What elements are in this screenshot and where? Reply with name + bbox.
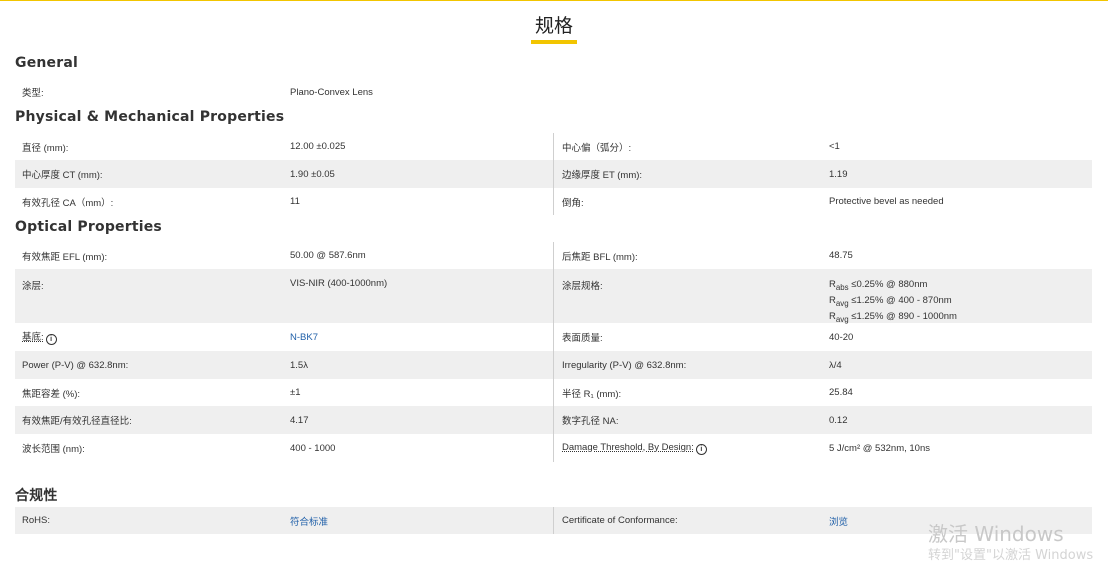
section-title-optical: Optical Properties [15,219,162,235]
spec-value-diameter: 12.00 ±0.025 [290,141,346,152]
damage-threshold-label-text[interactable]: Damage Threshold, By Design: [562,442,694,453]
spec-label-coc: Certificate of Conformance: [562,515,678,526]
spec-row-coating: 涂层: VIS-NIR (400-1000nm) 涂层规格: Rabs ≤0.2… [15,269,1092,326]
column-divider [553,160,554,188]
spec-value-focal-tolerance: ±1 [290,387,301,398]
spec-row-substrate: 基底: i N-BK7 表面质量: 40-20 [15,323,1092,351]
spec-value-na: 0.12 [829,414,848,426]
spec-row-center-thickness: 中心厚度 CT (mm): 1.90 ±0.05 边缘厚度 ET (mm): 1… [15,160,1092,188]
column-divider [553,242,554,269]
spec-value-power: 1.5λ [290,359,308,371]
spec-row-clear-aperture: 有效孔径 CA（mm）: 11 倒角: Protective bevel as … [15,188,1092,215]
column-divider [553,351,554,379]
spec-value-et: 1.19 [829,168,848,180]
spec-label-rohs: RoHS: [22,515,50,526]
section-title-general: General [15,55,78,71]
column-divider [553,406,554,434]
spec-label-surface-quality: 表面质量: [562,333,603,344]
spec-value-bevel: Protective bevel as needed [829,196,944,207]
substrate-link[interactable]: N-BK7 [290,332,318,343]
spec-label-power: Power (P-V) @ 632.8nm: [22,359,129,371]
spec-value-coating-spec: Rabs ≤0.25% @ 880nm Ravg ≤1.25% @ 400 - … [829,278,957,326]
spec-row-focal-tolerance: 焦距容差 (%): ±1 半径 R₁ (mm): 25.84 [15,379,1092,406]
spec-label-coating-spec: 涂层规格: [562,281,603,292]
spec-label-f-number: 有效焦距/有效孔径直径比: [22,416,132,427]
spec-value-type: Plano-Convex Lens [290,86,373,98]
column-divider [553,133,554,160]
spec-label-focal-tolerance: 焦距容差 (%): [22,388,81,400]
spec-value-irregularity: λ/4 [829,359,842,371]
spec-row-power: Power (P-V) @ 632.8nm: 1.5λ Irregularity… [15,351,1092,379]
spec-label-bevel: 倒角: [562,197,584,209]
spec-value-surface-quality: 40-20 [829,331,854,343]
spec-row-f-number: 有效焦距/有效孔径直径比: 4.17 数字孔径 NA: 0.12 [15,406,1092,434]
spec-value-f-number: 4.17 [290,414,309,426]
column-divider [553,188,554,215]
column-divider [553,323,554,351]
info-icon[interactable]: i [695,443,707,455]
coating-spec-line: Rabs ≤0.25% @ 880nm [829,279,928,292]
coating-spec-line: Ravg ≤1.25% @ 400 - 870nm [829,294,952,308]
substrate-label-text[interactable]: 基底: [22,332,44,343]
spec-value-bfl: 48.75 [829,250,853,261]
windows-activation-watermark: 激活 Windows [928,522,1064,546]
section-title-physical: Physical & Mechanical Properties [15,109,285,125]
spec-value-efl: 50.00 @ 587.6nm [290,250,366,261]
section-title-compliance: 合规性 [15,488,58,504]
spec-label-substrate[interactable]: 基底: i [22,329,57,345]
spec-label-irregularity: Irregularity (P-V) @ 632.8nm: [562,359,687,371]
spec-label-na: 数字孔径 NA: [562,416,619,427]
spec-label-diameter: 直径 (mm): [22,142,69,154]
spec-row-type: 类型: Plano-Convex Lens [15,81,1092,103]
spec-label-type: 类型: [22,88,44,99]
rohs-link[interactable]: 符合标准 [290,514,328,528]
info-icon[interactable]: i [45,334,57,345]
spec-label-coating: 涂层: [22,281,44,292]
spec-label-efl: 有效焦距 EFL (mm): [22,251,108,263]
page-title-wrap: 规格 [0,11,1108,44]
column-divider [553,379,554,406]
spec-label-damage-threshold[interactable]: Damage Threshold, By Design: i [562,442,707,455]
spec-label-wavelength: 波长范围 (nm): [22,444,85,455]
spec-row-diameter: 直径 (mm): 12.00 ±0.025 中心偏（弧分）: <1 [15,133,1092,160]
spec-label-et: 边缘厚度 ET (mm): [562,170,643,181]
spec-value-centering: <1 [829,141,840,152]
spec-value-coating: VIS-NIR (400-1000nm) [290,278,388,289]
spec-label-ca: 有效孔径 CA（mm）: [22,197,114,209]
spec-value-radius: 25.84 [829,387,853,398]
spec-row-wavelength: 波长范围 (nm): 400 - 1000 Damage Threshold, … [15,434,1092,462]
column-divider [553,434,554,462]
column-divider [553,269,554,323]
spec-label-centering: 中心偏（弧分）: [562,142,632,154]
coc-link[interactable]: 浏览 [829,514,848,528]
spec-label-ct: 中心厚度 CT (mm): [22,170,103,181]
spec-label-bfl: 后焦距 BFL (mm): [562,251,638,263]
spec-value-ct: 1.90 ±0.05 [290,168,335,180]
spec-value-damage-threshold: 5 J/cm² @ 532nm, 10ns [829,442,930,454]
column-divider [553,507,554,534]
spec-row-efl: 有效焦距 EFL (mm): 50.00 @ 587.6nm 后焦距 BFL (… [15,242,1092,269]
spec-label-radius: 半径 R₁ (mm): [562,388,622,400]
spec-value-wavelength: 400 - 1000 [290,442,336,454]
windows-activation-watermark-subtext: 转到"设置"以激活 Windows [928,548,1094,563]
page-title: 规格 [530,11,577,44]
spec-value-ca: 11 [290,196,300,207]
